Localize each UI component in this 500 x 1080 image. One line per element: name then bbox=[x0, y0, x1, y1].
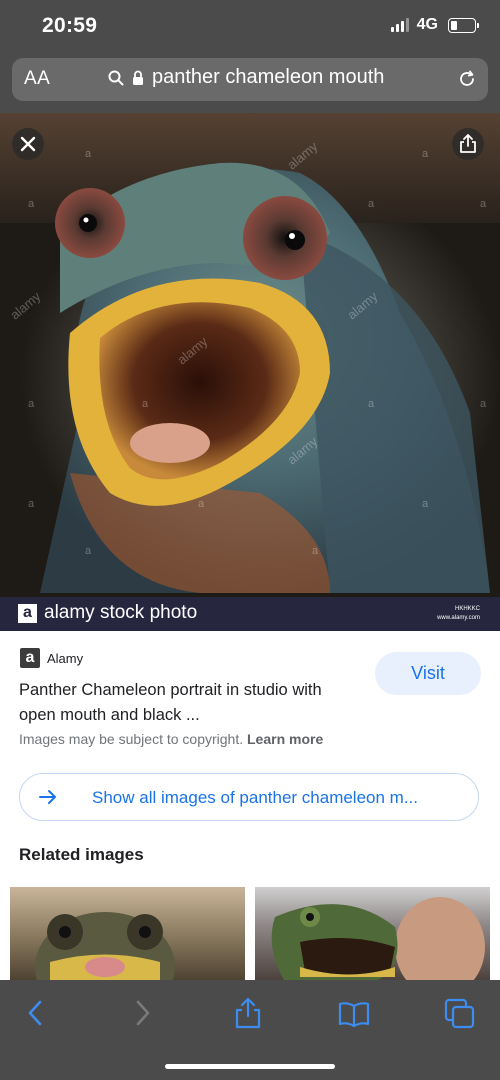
top-chrome: 20:59 4G AA panther chameleon mouth bbox=[0, 0, 500, 113]
watermark-letter: a bbox=[198, 498, 205, 510]
hero-image[interactable]: alamy alamy alamy alamy alamy a a a a a … bbox=[0, 113, 500, 597]
watermark-letter: a bbox=[368, 198, 375, 210]
image-code: HKHKKC bbox=[454, 606, 480, 612]
watermark-letter: a bbox=[85, 148, 92, 160]
related-image-1 bbox=[35, 912, 175, 982]
status-indicators: 4G bbox=[390, 16, 479, 34]
learn-more-link[interactable]: Learn more bbox=[247, 731, 323, 747]
alamy-logo: a bbox=[18, 604, 37, 623]
watermark-letter: a bbox=[480, 198, 487, 210]
watermark-letter: a bbox=[480, 398, 487, 410]
source-favicon: a bbox=[20, 648, 40, 668]
related-image[interactable] bbox=[10, 887, 245, 982]
result-title[interactable]: Panther Chameleon portrait in studio wit… bbox=[19, 678, 359, 728]
show-all-label: Show all images of panther chameleon m..… bbox=[92, 788, 419, 807]
watermark-letter: a bbox=[28, 498, 35, 510]
watermark-letter: a bbox=[422, 498, 429, 510]
signal-icon bbox=[390, 18, 409, 32]
reload-icon[interactable] bbox=[456, 68, 478, 95]
address-bar[interactable]: AA panther chameleon mouth bbox=[12, 58, 488, 101]
chameleon-illustration bbox=[40, 162, 490, 593]
text-size-button[interactable]: AA bbox=[24, 68, 50, 90]
source-name[interactable]: Alamy bbox=[47, 651, 83, 666]
watermark-letter: a bbox=[422, 148, 429, 160]
related-images-heading: Related images bbox=[19, 845, 144, 864]
banner-text: alamy stock photo bbox=[44, 602, 198, 623]
copyright-notice: Images may be subject to copyright. Lear… bbox=[19, 731, 323, 747]
back-icon[interactable] bbox=[24, 996, 46, 1030]
forward-icon[interactable] bbox=[132, 996, 154, 1030]
visit-button[interactable]: Visit bbox=[375, 652, 481, 695]
close-button[interactable] bbox=[12, 128, 44, 160]
watermark-letter: a bbox=[368, 398, 375, 410]
show-all-images-button[interactable]: Show all images of panther chameleon m..… bbox=[19, 773, 479, 821]
share-icon[interactable] bbox=[234, 996, 262, 1030]
watermark-letter: a bbox=[142, 398, 149, 410]
watermark-letter: a bbox=[28, 198, 35, 210]
url-field[interactable]: panther chameleon mouth bbox=[108, 66, 384, 89]
watermark-letter: a bbox=[312, 545, 319, 557]
share-icon bbox=[460, 134, 476, 153]
url-text[interactable]: panther chameleon mouth bbox=[152, 66, 384, 89]
banner-site: www.alamy.com bbox=[437, 615, 480, 621]
bookmarks-icon[interactable] bbox=[338, 996, 370, 1030]
search-icon bbox=[108, 70, 124, 85]
lock-icon bbox=[133, 70, 143, 85]
tabs-icon[interactable] bbox=[444, 996, 476, 1030]
related-image-2 bbox=[271, 897, 485, 982]
status-time: 20:59 bbox=[42, 14, 98, 37]
watermark-letter: a bbox=[28, 398, 35, 410]
banner-meta: HKHKKC www.alamy.com bbox=[437, 605, 480, 623]
related-image[interactable] bbox=[255, 887, 490, 982]
home-indicator[interactable] bbox=[165, 1064, 335, 1069]
image-credit-banner: a alamy stock photo HKHKKC www.alamy.com bbox=[0, 597, 500, 631]
close-icon bbox=[20, 136, 36, 152]
battery-icon bbox=[448, 17, 479, 33]
copyright-text: Images may be subject to copyright. bbox=[19, 731, 244, 747]
watermark-letter: a bbox=[85, 545, 92, 557]
share-button[interactable] bbox=[452, 128, 484, 160]
network-type: 4G bbox=[416, 16, 438, 33]
arrow-right-icon bbox=[39, 790, 56, 804]
